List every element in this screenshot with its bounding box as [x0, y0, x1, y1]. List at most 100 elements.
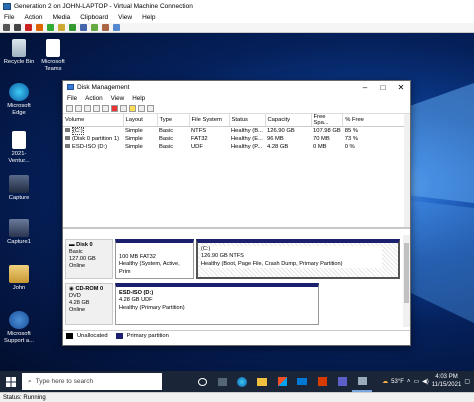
taskbar-teams[interactable]	[332, 371, 352, 392]
back-icon[interactable]	[66, 104, 73, 112]
notifications-icon[interactable]: ▢	[464, 378, 470, 385]
check-icon[interactable]	[120, 104, 127, 112]
dm-menu-action[interactable]: Action	[85, 95, 103, 102]
dm-menu-help[interactable]: Help	[132, 95, 145, 102]
pause-icon[interactable]	[58, 24, 65, 31]
start-button[interactable]	[0, 371, 22, 392]
desktop-icon-john[interactable]: John	[2, 265, 36, 292]
delete-icon[interactable]	[111, 104, 118, 112]
help-icon[interactable]	[93, 104, 100, 112]
start-icon[interactable]	[14, 24, 21, 31]
edge-icon	[9, 83, 29, 101]
taskbar-mail[interactable]	[292, 371, 312, 392]
col-percent-free[interactable]: % Free	[342, 114, 410, 127]
desktop-icon-capture1[interactable]: Capture1	[2, 219, 36, 246]
col-layout[interactable]: Layout	[123, 114, 158, 127]
chevron-up-icon[interactable]: ˄	[407, 379, 411, 385]
close-button[interactable]: ✕	[392, 83, 410, 92]
save-icon[interactable]	[47, 24, 54, 31]
mail-icon	[297, 378, 307, 385]
desktop-icon-edge[interactable]: Microsoft Edge	[2, 83, 36, 116]
shutdown-icon[interactable]	[36, 24, 43, 31]
col-capacity[interactable]: Capacity	[265, 114, 312, 127]
desktop-icon-capture[interactable]: Capture	[2, 175, 36, 202]
partition-size: 126.90 GB NTFS	[201, 253, 244, 260]
desktop-icon-support[interactable]: Microsoft Support a...	[2, 311, 36, 344]
desktop-icon-recycle-bin[interactable]: Recycle Bin	[2, 39, 36, 66]
cell-type: Basic	[159, 135, 174, 142]
taskbar-store[interactable]	[272, 371, 292, 392]
turn-off-icon[interactable]	[25, 24, 32, 31]
col-status[interactable]: Status	[229, 114, 266, 127]
help-icon	[9, 311, 29, 329]
list-icon[interactable]	[84, 104, 91, 112]
clock[interactable]: 4:03 PM 11/15/2021	[432, 374, 462, 388]
vm-menu-clipboard[interactable]: Clipboard	[80, 14, 108, 21]
disk-graph-scrollbar[interactable]	[403, 235, 410, 327]
desktop-icon-teams[interactable]: Microsoft Teams	[36, 39, 70, 72]
minimize-button[interactable]: –	[356, 83, 374, 92]
guest-desktop: Recycle Bin Microsoft Teams Microsoft Ed…	[0, 33, 474, 371]
checkpoint-icon[interactable]	[91, 24, 98, 31]
vm-statusbar: Status: Running	[0, 392, 474, 402]
vm-menu-media[interactable]: Media	[53, 14, 71, 21]
taskbar: ⌕ Type here to search ☁ 53°F ˄ ▭ ◀) 4:03…	[0, 371, 474, 392]
table-row[interactable]: (C:) Simple Basic NTFS Healthy (B... 126…	[63, 126, 410, 135]
folder-icon[interactable]	[129, 104, 136, 112]
taskbar-widgets[interactable]	[212, 371, 232, 392]
col-free-space[interactable]: Free Spa...	[311, 114, 344, 127]
partition-name: (C:)	[201, 246, 211, 252]
col-type[interactable]: Type	[157, 114, 190, 127]
taskbar-search-box[interactable]: ⌕ Type here to search	[22, 373, 162, 390]
volume-icon[interactable]: ◀)	[422, 378, 429, 385]
cell-status: Healthy (B...	[231, 127, 263, 134]
cdrom-0-row: ◉ CD-ROM 0 DVD 4.28 GB Online	[65, 283, 113, 325]
vm-menu-file[interactable]: File	[4, 14, 14, 21]
vm-menu-action[interactable]: Action	[24, 14, 42, 21]
desktop-icon-ventura[interactable]: 2021-Ventur...	[2, 131, 36, 164]
network-icon[interactable]: ▭	[413, 378, 419, 385]
desktop-icon-label: 2021-Ventur...	[8, 151, 30, 164]
view-icon[interactable]	[147, 104, 154, 112]
dm-menu-file[interactable]: File	[67, 95, 77, 102]
legend: Unallocated Primary partition	[63, 330, 410, 340]
maximize-button[interactable]: □	[374, 83, 392, 92]
forward-icon[interactable]	[75, 104, 82, 112]
vm-menu-help[interactable]: Help	[142, 14, 155, 21]
partition-efi[interactable]: 100 MB FAT32 Healthy (System, Active, Pr…	[115, 239, 194, 279]
taskbar-explorer[interactable]	[252, 371, 272, 392]
taskbar-disk-management[interactable]	[352, 371, 372, 392]
taskbar-edge[interactable]	[232, 371, 252, 392]
partition-c[interactable]: (C:) 126.90 GB NTFS Healthy (Boot, Page …	[196, 239, 400, 279]
cell-percent-free: 85 %	[344, 127, 358, 134]
cdrom-0-label[interactable]: ◉ CD-ROM 0 DVD 4.28 GB Online	[65, 283, 113, 325]
volume-list-scrollbar[interactable]	[404, 114, 410, 227]
document-icon	[12, 131, 26, 149]
table-row[interactable]: (Disk 0 partition 1) Simple Basic FAT32 …	[63, 135, 410, 143]
enhanced-session-icon[interactable]	[113, 24, 120, 31]
partition-d[interactable]: ESD-ISO (D:) 4.28 GB UDF Healthy (Primar…	[115, 283, 319, 325]
taskbar-task-view[interactable]	[192, 371, 212, 392]
desktop-icon-label: Microsoft Edge	[7, 103, 31, 116]
store-icon	[277, 377, 287, 386]
weather-temp[interactable]: 53°F	[391, 379, 404, 385]
taskbar-office[interactable]	[312, 371, 332, 392]
table-row[interactable]: ESD-ISO (D:) Simple Basic UDF Healthy (P…	[63, 143, 410, 151]
vm-menu-view[interactable]: View	[118, 14, 132, 21]
resume-icon[interactable]	[69, 24, 76, 31]
scrollbar-thumb[interactable]	[404, 243, 409, 303]
dm-menu-view[interactable]: View	[111, 95, 125, 102]
revert-icon[interactable]	[102, 24, 109, 31]
vm-title: Generation 2 on JOHN-LAPTOP - Virtual Ma…	[14, 2, 193, 10]
folder-icon	[9, 265, 29, 283]
desktop-icon-label: Capture	[8, 195, 30, 201]
reset-icon[interactable]	[80, 24, 87, 31]
properties-icon[interactable]	[102, 104, 109, 112]
volume-name: (C:)	[72, 126, 84, 135]
ctrl-alt-del-icon[interactable]	[3, 24, 10, 31]
col-volume[interactable]: Volume	[63, 114, 124, 127]
edge-icon	[237, 376, 247, 387]
col-file-system[interactable]: File System	[189, 114, 230, 127]
disk-0-label[interactable]: ▬ Disk 0 Basic 127.00 GB Online	[65, 239, 113, 279]
search-icon[interactable]	[138, 104, 145, 112]
